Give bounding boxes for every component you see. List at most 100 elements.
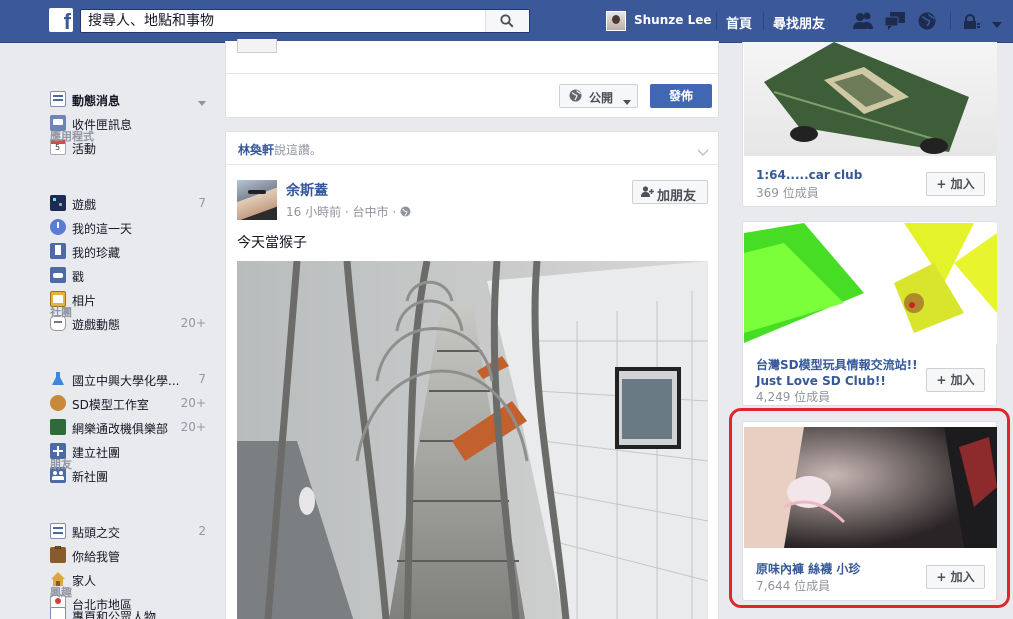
suggested-group-card: 1:64.....car club 369 位成員 + 加入	[742, 42, 997, 207]
count-badge: 2	[198, 524, 206, 538]
sidebar-item-label: 我的珍藏	[72, 246, 121, 260]
group-avatar-icon	[50, 395, 66, 411]
sidebar-item-pages[interactable]: 專頁和公眾人物	[50, 605, 210, 619]
top-bar: f Shunze Lee 首頁 尋找朋友	[0, 0, 1013, 43]
composer-photo-thumb	[237, 39, 277, 53]
home-link[interactable]: 首頁	[726, 13, 752, 32]
sidebar-item-new-groups[interactable]: 新社團	[50, 465, 210, 485]
story-actor-link[interactable]: 林奐軒	[238, 143, 274, 157]
sd-model-image	[744, 223, 997, 344]
group-cover-photo[interactable]	[744, 223, 997, 344]
sidebar-item-news-feed[interactable]: 動態消息	[50, 89, 210, 109]
briefcase-icon	[50, 546, 66, 563]
sidebar-item-label: 網樂通改機俱樂部	[72, 422, 169, 436]
group-name-link[interactable]: 1:64.....car club	[756, 167, 862, 183]
sidebar-item-group-sd[interactable]: SD模型工作室 20+	[50, 393, 210, 413]
sidebar-item-label: 家人	[72, 574, 97, 588]
privacy-selector[interactable]: 公開	[559, 84, 638, 108]
news-feed-icon	[50, 91, 66, 107]
plus-icon: +	[936, 373, 951, 387]
group-name-link[interactable]: 台灣SD模型玩具情報交流站!! Just Love SD Club!!	[756, 357, 926, 389]
sidebar-item-games-feed[interactable]: 遊戲動態 20+	[50, 313, 210, 333]
sidebar-item-games[interactable]: 遊戲 7	[50, 193, 210, 213]
search-input[interactable]	[81, 10, 487, 32]
post-text: 今天當猴子	[237, 235, 307, 251]
sidebar-item-label: 遊戲動態	[72, 318, 121, 332]
add-friend-icon	[641, 186, 654, 201]
sidebar-item-group-mod[interactable]: 網樂通改機俱樂部 20+	[50, 417, 210, 437]
join-group-button[interactable]: + 加入	[926, 172, 985, 196]
avatar	[606, 11, 626, 31]
sidebar-item-on-this-day[interactable]: 我的這一天	[50, 217, 210, 237]
highlight-annotation	[729, 408, 1010, 608]
story-header: 林奐軒說這讚。	[238, 141, 322, 158]
divider	[226, 164, 718, 165]
lock-icon[interactable]	[963, 14, 981, 33]
search-box	[80, 9, 530, 33]
author-avatar[interactable]	[237, 180, 277, 220]
friend-requests-icon[interactable]	[852, 11, 874, 34]
add-friend-button[interactable]: 加朋友	[632, 180, 708, 204]
post-timestamp[interactable]: 16 小時前 · 台中市 ·	[286, 205, 400, 219]
sidebar-item-label: 戳	[72, 270, 85, 284]
list-icon	[50, 523, 66, 539]
chevron-down-icon[interactable]	[992, 17, 1002, 31]
groups-heading: 社團	[50, 306, 72, 319]
clock-icon	[50, 219, 66, 235]
chevron-down-icon[interactable]	[198, 95, 206, 109]
chevron-down-icon	[623, 94, 631, 108]
join-group-button[interactable]: + 加入	[926, 368, 985, 392]
profile-name: Shunze Lee	[634, 13, 712, 27]
pages-icon	[50, 607, 66, 619]
games-icon	[50, 195, 66, 211]
sidebar-item-create-group[interactable]: 建立社團	[50, 441, 210, 461]
sidebar-item-label: 新社團	[72, 470, 109, 484]
sidebar-item-label: 我的這一天	[72, 222, 133, 236]
post-photo[interactable]	[237, 261, 708, 619]
group-member-count: 4,249 位成員	[756, 390, 831, 404]
sidebar-item-label: 動態消息	[72, 94, 121, 108]
sidebar-item-poke[interactable]: 戳	[50, 265, 210, 285]
notifications-globe-icon[interactable]	[917, 11, 937, 34]
count-badge: 7	[198, 196, 206, 210]
sidebar-item-friend-list[interactable]: 你給我管	[50, 545, 210, 565]
sidebar-item-acquaintances[interactable]: 點頭之交 2	[50, 521, 210, 541]
facebook-logo[interactable]: f	[49, 8, 73, 34]
poke-icon	[50, 267, 66, 283]
sidebar-item-photos[interactable]: 相片	[50, 289, 210, 309]
find-friends-link[interactable]: 尋找朋友	[773, 13, 825, 32]
divider	[950, 12, 951, 30]
group-cover-photo[interactable]	[744, 42, 997, 156]
globe-icon	[400, 206, 411, 220]
sidebar-item-label: 相片	[72, 294, 97, 308]
flask-icon	[50, 371, 66, 387]
chevron-down-icon[interactable]	[697, 145, 709, 159]
sidebar-item-label: 你給我管	[72, 550, 121, 564]
sidebar-item-label: 點頭之交	[72, 526, 121, 540]
composer: 公開 發佈	[225, 39, 719, 118]
sidebar-item-label: 建立社團	[72, 446, 121, 460]
count-badge: 7	[198, 372, 206, 386]
count-badge: 20+	[180, 396, 206, 410]
divider	[763, 12, 764, 30]
interests-heading: 興趣	[50, 586, 72, 599]
search-icon	[500, 14, 514, 28]
count-badge: 20+	[180, 420, 206, 434]
globe-icon	[569, 89, 582, 105]
divider	[716, 12, 717, 30]
sidebar-item-saved[interactable]: 我的珍藏	[50, 241, 210, 261]
author-name[interactable]: 余斯蓋	[286, 180, 328, 200]
count-badge: 20+	[180, 316, 206, 330]
post-button[interactable]: 發佈	[650, 84, 712, 108]
privacy-label: 公開	[589, 91, 614, 105]
group-member-count: 369 位成員	[756, 186, 819, 200]
sidebar-item-group-chem[interactable]: 國立中興大學化學... 7	[50, 369, 210, 389]
post-meta: 16 小時前 · 台中市 ·	[286, 203, 411, 220]
messages-icon[interactable]	[884, 11, 906, 34]
friends-heading: 朋友	[50, 458, 72, 471]
sidebar-item-label: SD模型工作室	[72, 398, 149, 412]
sidebar-item-family[interactable]: 家人	[50, 569, 210, 589]
plus-icon: +	[936, 177, 951, 191]
search-button[interactable]	[485, 10, 529, 32]
suggested-group-card: 台灣SD模型玩具情報交流站!! Just Love SD Club!! 4,24…	[742, 221, 997, 406]
